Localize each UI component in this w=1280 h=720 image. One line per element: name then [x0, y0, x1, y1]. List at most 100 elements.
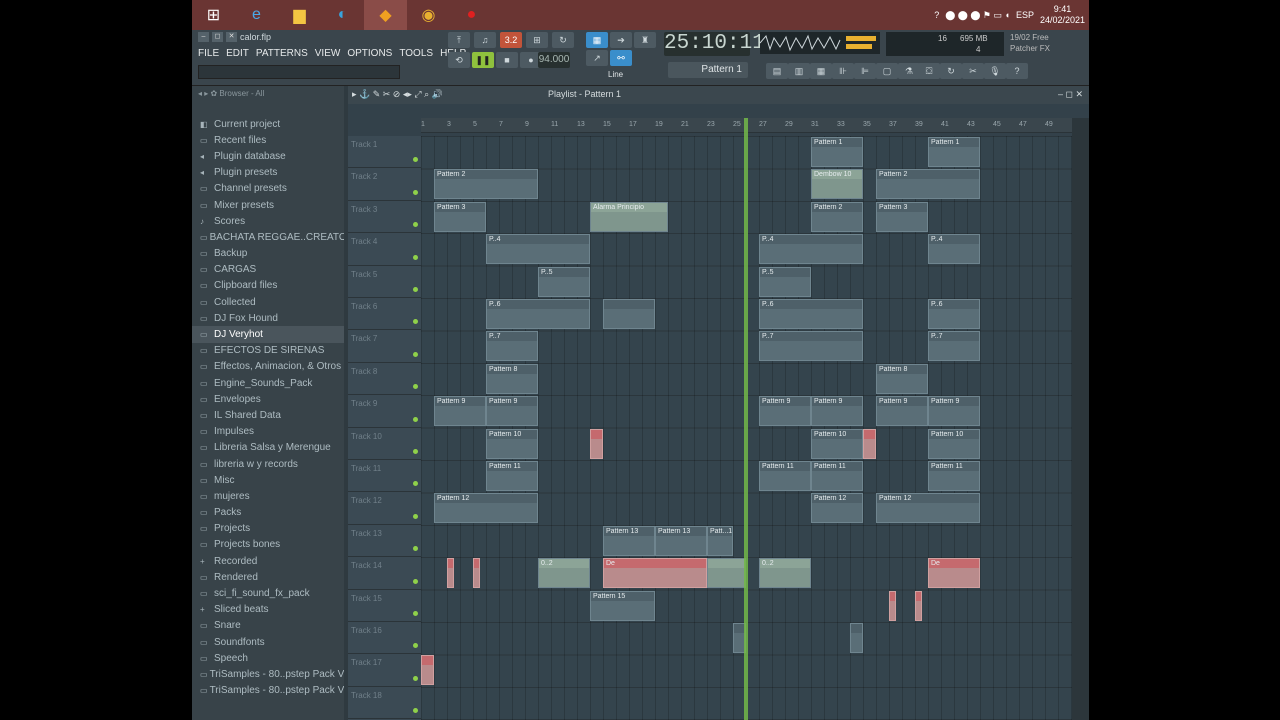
loop-icon[interactable]: ⟲ [448, 52, 470, 68]
plugin-picker-icon[interactable]: ⊫ [854, 63, 876, 79]
tray-icons[interactable]: ⬤ ⬤ ⬤ ⚑ ▭ ◖ [945, 10, 1010, 21]
track-header[interactable]: Track 17 [348, 654, 421, 687]
playlist-clip[interactable]: Pattern 12 [811, 493, 863, 524]
track-enable-led[interactable] [413, 319, 418, 325]
playlist-clip[interactable]: Pattern 11 [486, 461, 538, 491]
track-enable-led[interactable] [413, 675, 418, 681]
step-forward-icon[interactable]: ➔ [610, 32, 632, 48]
track-enable-led[interactable] [413, 189, 418, 195]
playlist-clip[interactable]: Pattern 2 [434, 169, 538, 200]
playlist-clip[interactable]: Pattern 12 [876, 493, 980, 524]
file-explorer-icon[interactable]: ▆ [278, 0, 321, 30]
playlist-clip[interactable] [915, 590, 922, 621]
playlist-clip[interactable]: Pattern 12 [434, 493, 538, 524]
windows-start-icon[interactable]: ⊞ [192, 0, 235, 30]
loop-record-icon[interactable]: ↻ [552, 32, 574, 48]
playlist-clip[interactable]: De [603, 558, 707, 589]
playlist-clip[interactable]: Pattern 9 [928, 396, 980, 427]
recorder-icon[interactable]: ● [450, 0, 493, 30]
track-header[interactable]: Track 5 [348, 266, 421, 298]
playlist-clip[interactable]: Alarma Principio [590, 201, 668, 232]
menu-edit[interactable]: EDIT [226, 48, 249, 59]
playlist-clip[interactable] [603, 299, 655, 329]
pattern-song-toggle-icon[interactable]: ⤒ [448, 32, 470, 48]
playlist-clip[interactable]: 0..2 [538, 558, 590, 589]
browser-item[interactable]: + Sliced beats [192, 602, 344, 618]
playlist-clip[interactable]: Pattern 9 [811, 396, 863, 427]
playlist-clip[interactable]: P..4 [486, 234, 590, 265]
recording-icon[interactable]: ♜ [634, 32, 656, 48]
edge-blue-icon[interactable]: ◐ [321, 0, 364, 30]
track-enable-led[interactable] [413, 708, 418, 714]
playlist-clip[interactable]: P..6 [928, 299, 980, 329]
clock[interactable]: 9:41 24/02/2021 [1040, 4, 1085, 26]
playlist-clip[interactable]: Pattern 8 [876, 363, 928, 394]
restore-icon[interactable]: ◻ [212, 32, 223, 42]
track-header[interactable]: Track 18 [348, 687, 421, 720]
playlist-clip[interactable]: P..6 [486, 299, 590, 329]
track-enable-led[interactable] [413, 416, 418, 422]
browser-item[interactable]: ▭ Clipboard files [192, 278, 344, 294]
browser-item[interactable]: ◧ Current project [192, 116, 344, 132]
playlist-clip[interactable]: P..4 [759, 234, 863, 265]
browser-item[interactable]: ▭ Speech [192, 650, 344, 666]
vertical-scrollbar[interactable] [1072, 118, 1089, 720]
browser-item[interactable]: + Recorded [192, 553, 344, 569]
track-enable-led[interactable] [413, 384, 418, 390]
playlist-tools-icon[interactable]: ▸ ⚓ ✎ ✂ ⊘ ◂▸ ⤢ ⌕ 🔊 [352, 89, 443, 100]
playlist-clip[interactable]: Pattern 2 [811, 201, 863, 232]
track-header[interactable]: Track 14 [348, 557, 421, 590]
track-enable-led[interactable] [413, 643, 418, 649]
track-header[interactable]: Track 2 [348, 168, 421, 201]
playlist-clip[interactable]: Pattern 15 [590, 590, 655, 621]
fl-studio-icon[interactable]: ◆ [364, 0, 407, 30]
track-header[interactable]: Track 15 [348, 590, 421, 622]
track-header[interactable]: Track 16 [348, 622, 421, 655]
playlist-clip[interactable] [707, 558, 746, 589]
menu-options[interactable]: OPTIONS [347, 48, 392, 59]
playlist-clip[interactable] [863, 428, 876, 459]
menu-file[interactable]: FILE [198, 48, 219, 59]
browser-item[interactable]: ▭ Backup [192, 246, 344, 262]
track-header[interactable]: Track 1 [348, 136, 421, 169]
browser-item[interactable]: ▭ Channel presets [192, 181, 344, 197]
browser-item[interactable]: ▭ Rendered [192, 569, 344, 585]
snap-icon[interactable]: ↗ [586, 50, 608, 66]
playlist-clip[interactable]: P..4 [928, 234, 980, 265]
browser-item[interactable]: ▭TriSamples - 80..pstep Pack Vol 1 [192, 666, 344, 682]
tempo-display[interactable]: 94.000 [538, 52, 570, 68]
countdown-icon[interactable]: 3.2 [500, 32, 522, 48]
time-display[interactable]: 25:10:11 [664, 32, 765, 56]
pattern-selector[interactable]: Pattern 1 [668, 62, 748, 78]
browser-item[interactable]: ▭ Mixer presets [192, 197, 344, 213]
track-header[interactable]: Track 6 [348, 298, 421, 331]
playlist-clip[interactable]: P..5 [759, 266, 811, 297]
browser-item[interactable]: ▭ libreria w y records [192, 456, 344, 472]
browser-item[interactable]: ▭ mujeres [192, 488, 344, 504]
playlist-clip[interactable]: Pattern 9 [434, 396, 486, 427]
browser-item[interactable]: ▭TriSamples - 80..pstep Pack Vol 2 [192, 683, 344, 699]
playlist-clip[interactable]: Pattern 8 [486, 363, 538, 394]
playlist-clip[interactable]: Pattern 1 [928, 137, 980, 167]
playlist-clip[interactable]: Pattern 10 [811, 428, 863, 459]
browser-item[interactable]: ▭ Libreria Salsa y Merengue [192, 440, 344, 456]
track-header[interactable]: Track 7 [348, 330, 421, 363]
track-enable-led[interactable] [413, 578, 418, 584]
edge-icon[interactable]: e [235, 0, 278, 30]
track-header[interactable]: Track 9 [348, 395, 421, 428]
track-header[interactable]: Track 11 [348, 460, 421, 493]
playlist-clip[interactable]: P..7 [928, 331, 980, 362]
playlist-clip[interactable]: Pattern 13 [603, 525, 655, 556]
minimize-icon[interactable]: – [198, 32, 209, 42]
pause-button[interactable]: ❚❚ [472, 52, 494, 68]
track-enable-led[interactable] [413, 351, 418, 357]
microphone-icon[interactable]: 🎙 [984, 63, 1006, 79]
browser-item[interactable]: ▭ Envelopes [192, 391, 344, 407]
playlist-clip[interactable]: De [928, 558, 980, 589]
track-header[interactable]: Track 12 [348, 492, 421, 525]
track-enable-led[interactable] [413, 222, 418, 228]
playlist-clip[interactable]: Pattern 9 [486, 396, 538, 427]
playlist-clip[interactable] [889, 590, 896, 621]
menu-patterns[interactable]: PATTERNS [256, 48, 308, 59]
cut-tool-icon[interactable]: ✂ [962, 63, 984, 79]
